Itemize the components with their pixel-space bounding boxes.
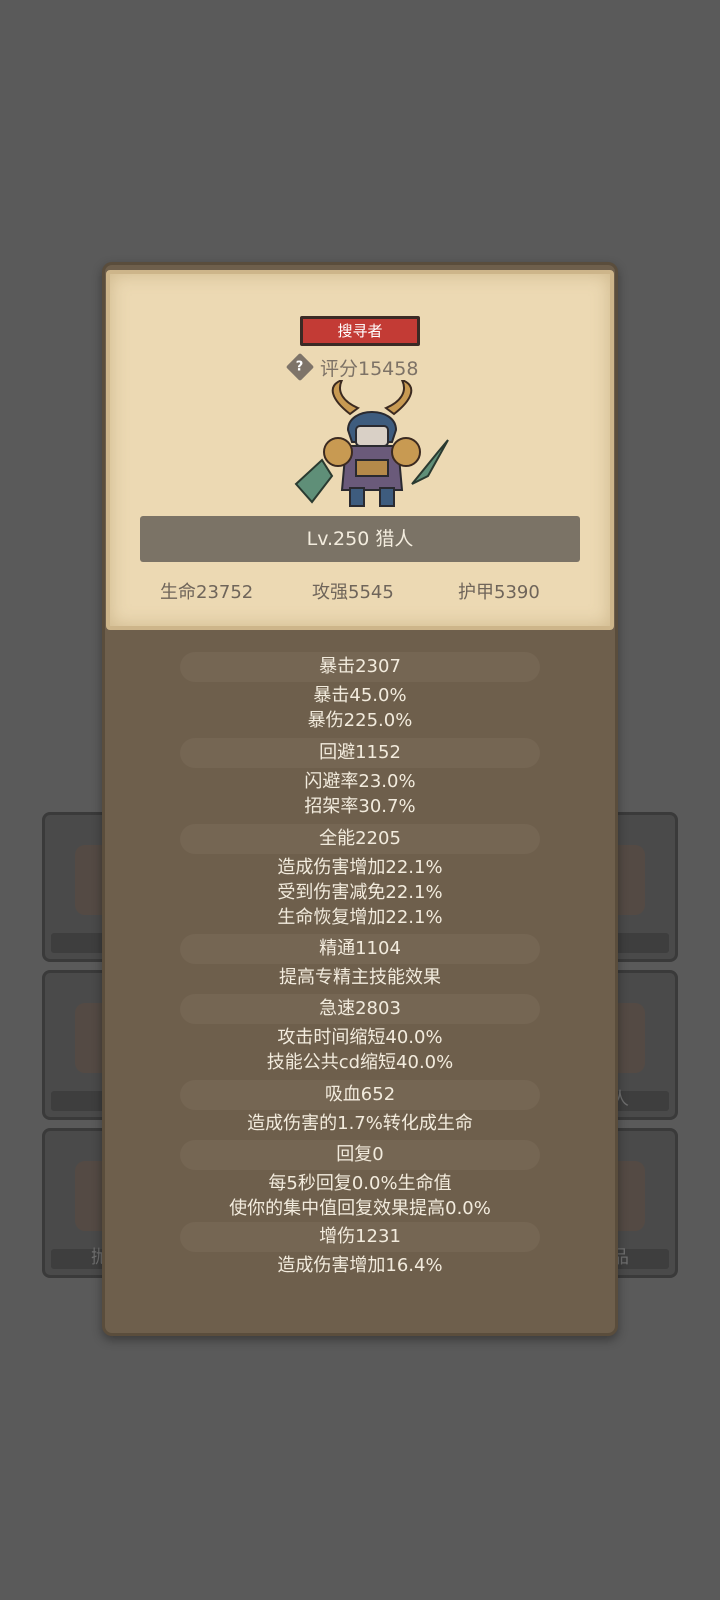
detail-pill-damage-bonus: 增伤1231: [180, 1222, 540, 1252]
class-badge: 搜寻者: [300, 316, 420, 346]
detail-line: 造成伤害的1.7%转化成生命: [247, 1113, 473, 1134]
detail-line: 造成伤害增加16.4%: [277, 1255, 443, 1276]
detail-line: 生命恢复增加22.1%: [277, 907, 443, 928]
detail-pill-regen: 回复0: [180, 1140, 540, 1170]
detail-line: 闪避率23.0%: [304, 771, 416, 792]
detail-pill-haste: 急速2803: [180, 994, 540, 1024]
detail-line: 受到伤害减免22.1%: [277, 882, 443, 903]
score-row: ? 评分15458: [285, 352, 419, 382]
detail-pill-mastery: 精通1104: [180, 934, 540, 964]
detail-pill-dodge: 回避1152: [180, 738, 540, 768]
hp-stat: 生命23752: [160, 582, 254, 603]
score-label: 评分15458: [320, 357, 419, 380]
base-stats-row: 生命23752 攻强5545 护甲5390: [106, 578, 614, 608]
attack-stat: 攻强5545: [312, 582, 394, 603]
detail-pill-crit: 暴击2307: [180, 652, 540, 682]
detail-line: 使你的集中值回复效果提高0.0%: [229, 1198, 491, 1219]
armor-stat: 护甲5390: [458, 582, 540, 603]
detail-pill-versatility: 全能2205: [180, 824, 540, 854]
detail-line: 提高专精主技能效果: [279, 967, 441, 988]
help-icon[interactable]: ?: [285, 352, 315, 382]
detail-line: 造成伤害增加22.1%: [277, 857, 443, 878]
detail-line: 暴击45.0%: [313, 685, 407, 706]
detail-line: 攻击时间缩短40.0%: [277, 1027, 443, 1048]
detail-line: 暴伤225.0%: [307, 710, 413, 731]
detail-line: 技能公共cd缩短40.0%: [266, 1052, 454, 1073]
detail-pill-lifesteal: 吸血652: [180, 1080, 540, 1110]
detail-line: 招架率30.7%: [304, 796, 416, 817]
level-title-bar: Lv.250 猎人: [140, 516, 580, 562]
hunter-character-sprite: [294, 380, 449, 507]
detail-line: 每5秒回复0.0%生命值: [268, 1173, 452, 1194]
